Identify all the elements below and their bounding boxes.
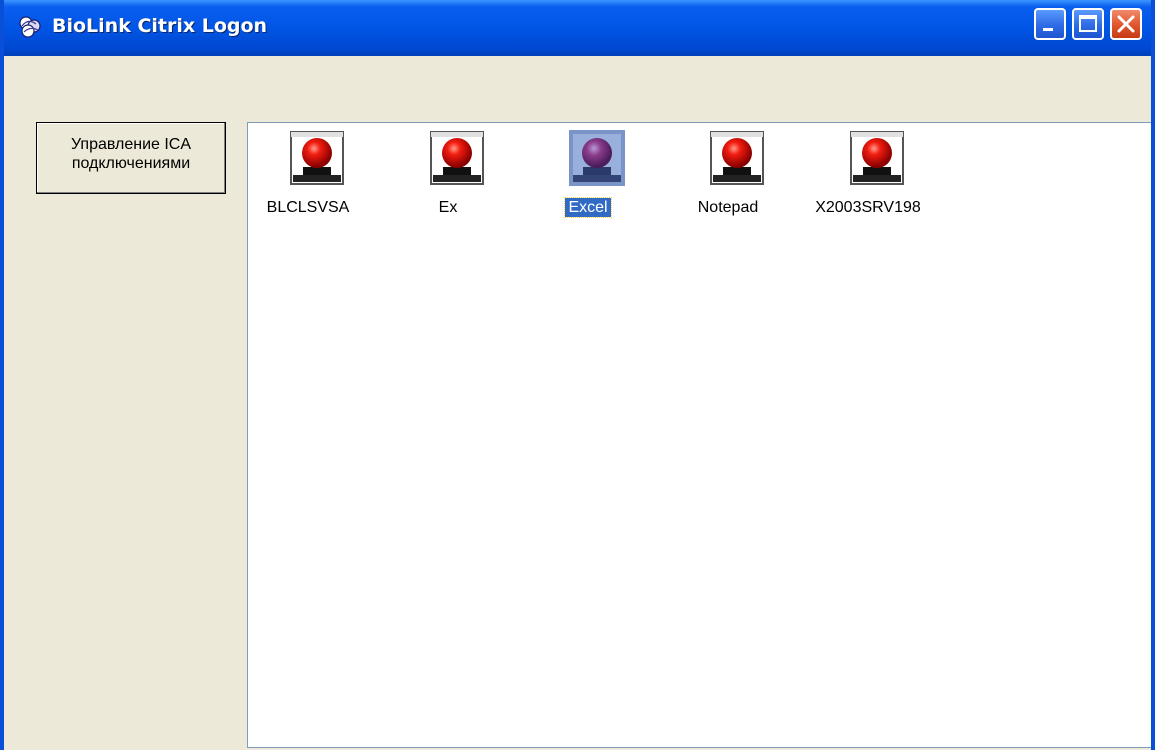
ica-button-line2: подключениями xyxy=(71,155,191,172)
list-item-excel[interactable]: Excel xyxy=(528,129,648,225)
ica-connections-button[interactable]: Управление ICA подключениями xyxy=(36,122,226,194)
citrix-app-icon xyxy=(850,131,904,185)
citrix-app-icon xyxy=(430,131,484,185)
title-bar[interactable]: BioLink Citrix Logon xyxy=(4,0,1151,56)
app-window: BioLink Citrix Logon Управление ICA подк… xyxy=(0,0,1155,750)
maximize-button[interactable] xyxy=(1072,8,1104,40)
minimize-icon xyxy=(1043,28,1053,31)
published-apps-list[interactable]: BLCLSVSA Ex Excel Notepad X2003SRV198 xyxy=(247,122,1151,748)
app-label: BLCLSVSA xyxy=(266,199,350,216)
maximize-icon xyxy=(1079,15,1097,32)
close-icon xyxy=(1117,15,1135,33)
window-title: BioLink Citrix Logon xyxy=(52,15,268,37)
app-label: Excel xyxy=(564,197,612,218)
list-item-ex[interactable]: Ex xyxy=(388,129,508,225)
citrix-app-icon xyxy=(290,131,344,185)
minimize-button[interactable] xyxy=(1034,8,1066,40)
app-label: X2003SRV198 xyxy=(815,199,921,216)
close-button[interactable] xyxy=(1110,8,1142,40)
app-label: Ex xyxy=(438,199,458,216)
biolink-app-icon xyxy=(19,16,41,38)
list-item-blclsvsa[interactable]: BLCLSVSA xyxy=(248,129,368,225)
citrix-app-icon xyxy=(569,130,625,186)
ica-button-line1: Управление ICA xyxy=(70,136,192,153)
list-item-x2003srv198[interactable]: X2003SRV198 xyxy=(808,129,928,225)
app-label: Notepad xyxy=(697,199,759,216)
list-item-notepad[interactable]: Notepad xyxy=(668,129,788,225)
citrix-app-icon xyxy=(710,131,764,185)
